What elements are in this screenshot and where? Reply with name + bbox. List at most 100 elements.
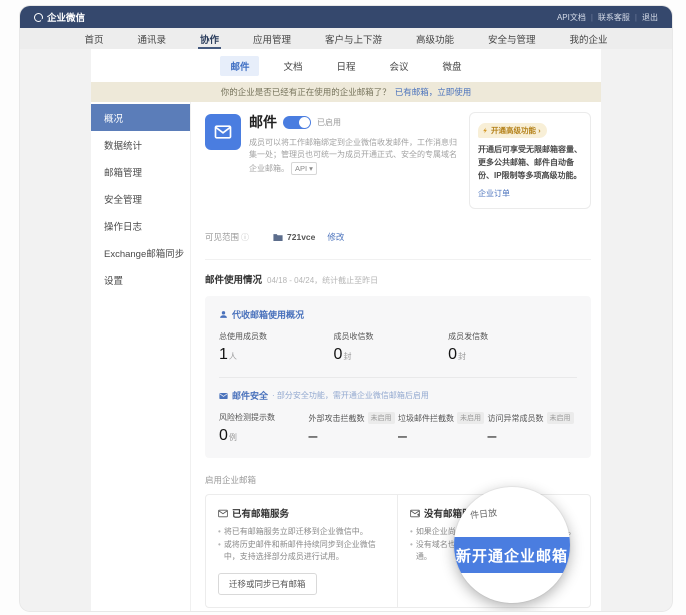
notice-use-existing-link[interactable]: 已有邮箱，立即使用 bbox=[395, 86, 472, 98]
stat-value: 0 bbox=[219, 427, 228, 444]
collab-subtabs: 邮件 文档 日程 会议 微盘 bbox=[91, 49, 601, 82]
stat-mails-received: 成员收信数 0封 bbox=[334, 331, 449, 364]
mail-title: 邮件 bbox=[249, 112, 277, 132]
stat-unit: 封 bbox=[458, 352, 466, 361]
stat-value: – bbox=[398, 428, 407, 445]
nav-tab-home[interactable]: 首页 bbox=[84, 28, 103, 49]
top-bar: 企业微信 API文档 | 联系客服 | 退出 bbox=[20, 6, 672, 28]
stat-label: 总使用成员数 bbox=[219, 331, 334, 342]
subtab-docs[interactable]: 文档 bbox=[273, 56, 312, 76]
content-row: 概况 数据统计 邮箱管理 安全管理 操作日志 Exchange邮箱同步 设置 bbox=[91, 102, 601, 611]
envelope-icon bbox=[213, 122, 233, 142]
top-link-logout[interactable]: 退出 bbox=[642, 12, 658, 23]
subtab-calendar[interactable]: 日程 bbox=[326, 56, 365, 76]
disabled-tag: 未启用 bbox=[547, 412, 574, 424]
existing-mailbox-bullet: 将已有邮箱服务立即迁移到企业微信中。 bbox=[218, 526, 385, 538]
sidebar-item-security-management[interactable]: 安全管理 bbox=[91, 185, 190, 212]
sidebar-item-mailbox-management[interactable]: 邮箱管理 bbox=[91, 158, 190, 185]
subtab-mail[interactable]: 邮件 bbox=[220, 56, 259, 76]
delegated-stats-row: 总使用成员数 1人 成员收信数 0封 成员发信数 0封 bbox=[219, 331, 577, 364]
top-links: API文档 | 联系客服 | 退出 bbox=[557, 12, 658, 23]
top-link-contact-support[interactable]: 联系客服 bbox=[598, 12, 630, 23]
visibility-label-group: 可见范围 ⓘ bbox=[205, 231, 249, 243]
nav-tab-advanced[interactable]: 高级功能 bbox=[416, 28, 454, 49]
page: 企业微信 API文档 | 联系客服 | 退出 首页 通讯录 协作 应用管理 客户… bbox=[0, 0, 686, 615]
top-link-api-docs[interactable]: API文档 bbox=[557, 12, 586, 23]
subtab-meeting[interactable]: 会议 bbox=[380, 56, 419, 76]
sidebar: 概况 数据统计 邮箱管理 安全管理 操作日志 Exchange邮箱同步 设置 bbox=[91, 102, 191, 611]
mail-info: 邮件 已启用 成员可以将工作邮箱绑定到企业微信收发邮件，工作消息归集一处；管理员… bbox=[249, 112, 461, 209]
mail-security-note: · 部分安全功能，需开通企业微信邮箱后启用 bbox=[272, 390, 429, 401]
premium-badge[interactable]: 开通高级功能 › bbox=[478, 123, 547, 138]
main-panel: 邮件 已启用 成员可以将工作邮箱绑定到企业微信收发邮件，工作消息归集一处；管理员… bbox=[191, 102, 601, 611]
stat-value: 1 bbox=[219, 346, 228, 363]
api-dropdown[interactable]: API ▾ bbox=[291, 162, 317, 176]
info-icon[interactable]: ⓘ bbox=[241, 232, 249, 243]
sidebar-item-overview[interactable]: 概况 bbox=[91, 104, 190, 131]
nav-tab-my-company[interactable]: 我的企业 bbox=[570, 28, 608, 49]
sidebar-item-operation-log[interactable]: 操作日志 bbox=[91, 212, 190, 239]
stat-total-members: 总使用成员数 1人 bbox=[219, 331, 334, 364]
nav-tab-app-management[interactable]: 应用管理 bbox=[253, 28, 291, 49]
stat-value: – bbox=[309, 428, 318, 445]
visibility-edit-link[interactable]: 修改 bbox=[327, 231, 344, 243]
enable-mailbox-card: 已有邮箱服务 将已有邮箱服务立即迁移到企业微信中。 或将历史邮件和新邮件持续同步… bbox=[205, 494, 591, 607]
mail-description: 成员可以将工作邮箱绑定到企业微信收发邮件，工作消息归集一处；管理员也可统一为成员… bbox=[249, 137, 461, 175]
subtab-drive[interactable]: 微盘 bbox=[433, 56, 472, 76]
stat-label: 垃圾邮件拦截数 bbox=[398, 413, 454, 424]
sidebar-item-exchange-sync[interactable]: Exchange邮箱同步 bbox=[91, 239, 190, 266]
premium-badge-label: 开通高级功能 › bbox=[491, 125, 541, 136]
nav-tab-customers[interactable]: 客户与上下游 bbox=[325, 28, 382, 49]
stat-unit: 例 bbox=[229, 433, 237, 442]
magnifier-overlay: 件日放 新开通企业邮箱 bbox=[454, 487, 570, 603]
stat-label: 访问异常成员数 bbox=[488, 413, 544, 424]
visibility-scope: 721vce bbox=[273, 232, 315, 242]
stat-external-attacks-blocked: 外部攻击拦截数未启用 – bbox=[309, 412, 399, 446]
stat-value: – bbox=[488, 428, 497, 445]
mail-status-label: 已启用 bbox=[317, 117, 341, 128]
usage-title-text: 邮件使用情况 bbox=[205, 275, 262, 286]
visibility-row: 可见范围 ⓘ 721vce 修改 bbox=[205, 231, 591, 243]
nav-tab-security[interactable]: 安全与管理 bbox=[488, 28, 536, 49]
wecom-logo-label: 企业微信 bbox=[47, 10, 85, 24]
existing-mailbox-title: 已有邮箱服务 bbox=[232, 506, 289, 520]
usage-date-note: 04/18 - 04/24，统计截止至昨日 bbox=[267, 276, 378, 285]
mail-security-icon bbox=[219, 392, 228, 400]
open-new-enterprise-mailbox-button[interactable]: 新开通企业邮箱 bbox=[454, 537, 570, 573]
mail-enabled-toggle[interactable] bbox=[283, 116, 311, 129]
divider: | bbox=[635, 13, 637, 22]
content-card: 邮件 文档 日程 会议 微盘 你的企业是否已经有正在使用的企业邮箱了？ 已有邮箱… bbox=[91, 49, 601, 611]
premium-promo-text: 开通后可享受无限邮箱容量、更多公共邮箱、邮件自动备份、IP限制等多项高级功能。 bbox=[478, 144, 582, 182]
migrate-sync-mailbox-button[interactable]: 迁移或同步已有邮箱 bbox=[218, 573, 317, 595]
divider bbox=[219, 377, 577, 378]
sidebar-item-settings[interactable]: 设置 bbox=[91, 266, 190, 293]
premium-promo-card: 开通高级功能 › 开通后可享受无限邮箱容量、更多公共邮箱、邮件自动备份、IP限制… bbox=[469, 112, 591, 209]
stat-unit: 人 bbox=[229, 352, 237, 361]
mail-security-section-title: 邮件安全 bbox=[232, 389, 268, 402]
stat-label: 风险检测提示数 bbox=[219, 412, 275, 423]
usage-section-title: 邮件使用情况 04/18 - 04/24，统计截止至昨日 bbox=[205, 272, 591, 286]
sidebar-item-statistics[interactable]: 数据统计 bbox=[91, 131, 190, 158]
notice-text: 你的企业是否已经有正在使用的企业邮箱了？ bbox=[221, 86, 391, 98]
bolt-icon bbox=[482, 127, 489, 134]
stat-value: 0 bbox=[448, 346, 457, 363]
disabled-tag: 未启用 bbox=[368, 412, 395, 424]
disabled-tag: 未启用 bbox=[457, 412, 484, 424]
stat-label: 成员发信数 bbox=[448, 331, 563, 342]
delegated-mailbox-section-title: 代收邮箱使用概况 bbox=[232, 308, 304, 321]
stat-label: 成员收信数 bbox=[334, 331, 449, 342]
nav-tab-contacts[interactable]: 通讯录 bbox=[137, 28, 166, 49]
person-icon bbox=[219, 310, 228, 319]
envelope-new-icon bbox=[410, 509, 420, 518]
security-stats-row: 风险检测提示数 0例 外部攻击拦截数未启用 – 垃圾邮件拦截数未启用 – bbox=[219, 412, 577, 446]
enterprise-orders-link[interactable]: 企业订单 bbox=[478, 188, 510, 199]
mail-header: 邮件 已启用 成员可以将工作邮箱绑定到企业微信收发邮件，工作消息归集一处；管理员… bbox=[205, 112, 591, 209]
wecom-logo-icon bbox=[34, 13, 43, 22]
wecom-logo[interactable]: 企业微信 bbox=[34, 10, 85, 24]
admin-window: 企业微信 API文档 | 联系客服 | 退出 首页 通讯录 协作 应用管理 客户… bbox=[20, 6, 672, 611]
delegated-mailbox-section-header: 代收邮箱使用概况 bbox=[219, 308, 577, 321]
stat-value: 0 bbox=[334, 346, 343, 363]
nav-tab-collaboration[interactable]: 协作 bbox=[200, 28, 219, 49]
divider bbox=[205, 259, 591, 260]
mail-security-section-header: 邮件安全 · 部分安全功能，需开通企业微信邮箱后启用 bbox=[219, 389, 577, 402]
